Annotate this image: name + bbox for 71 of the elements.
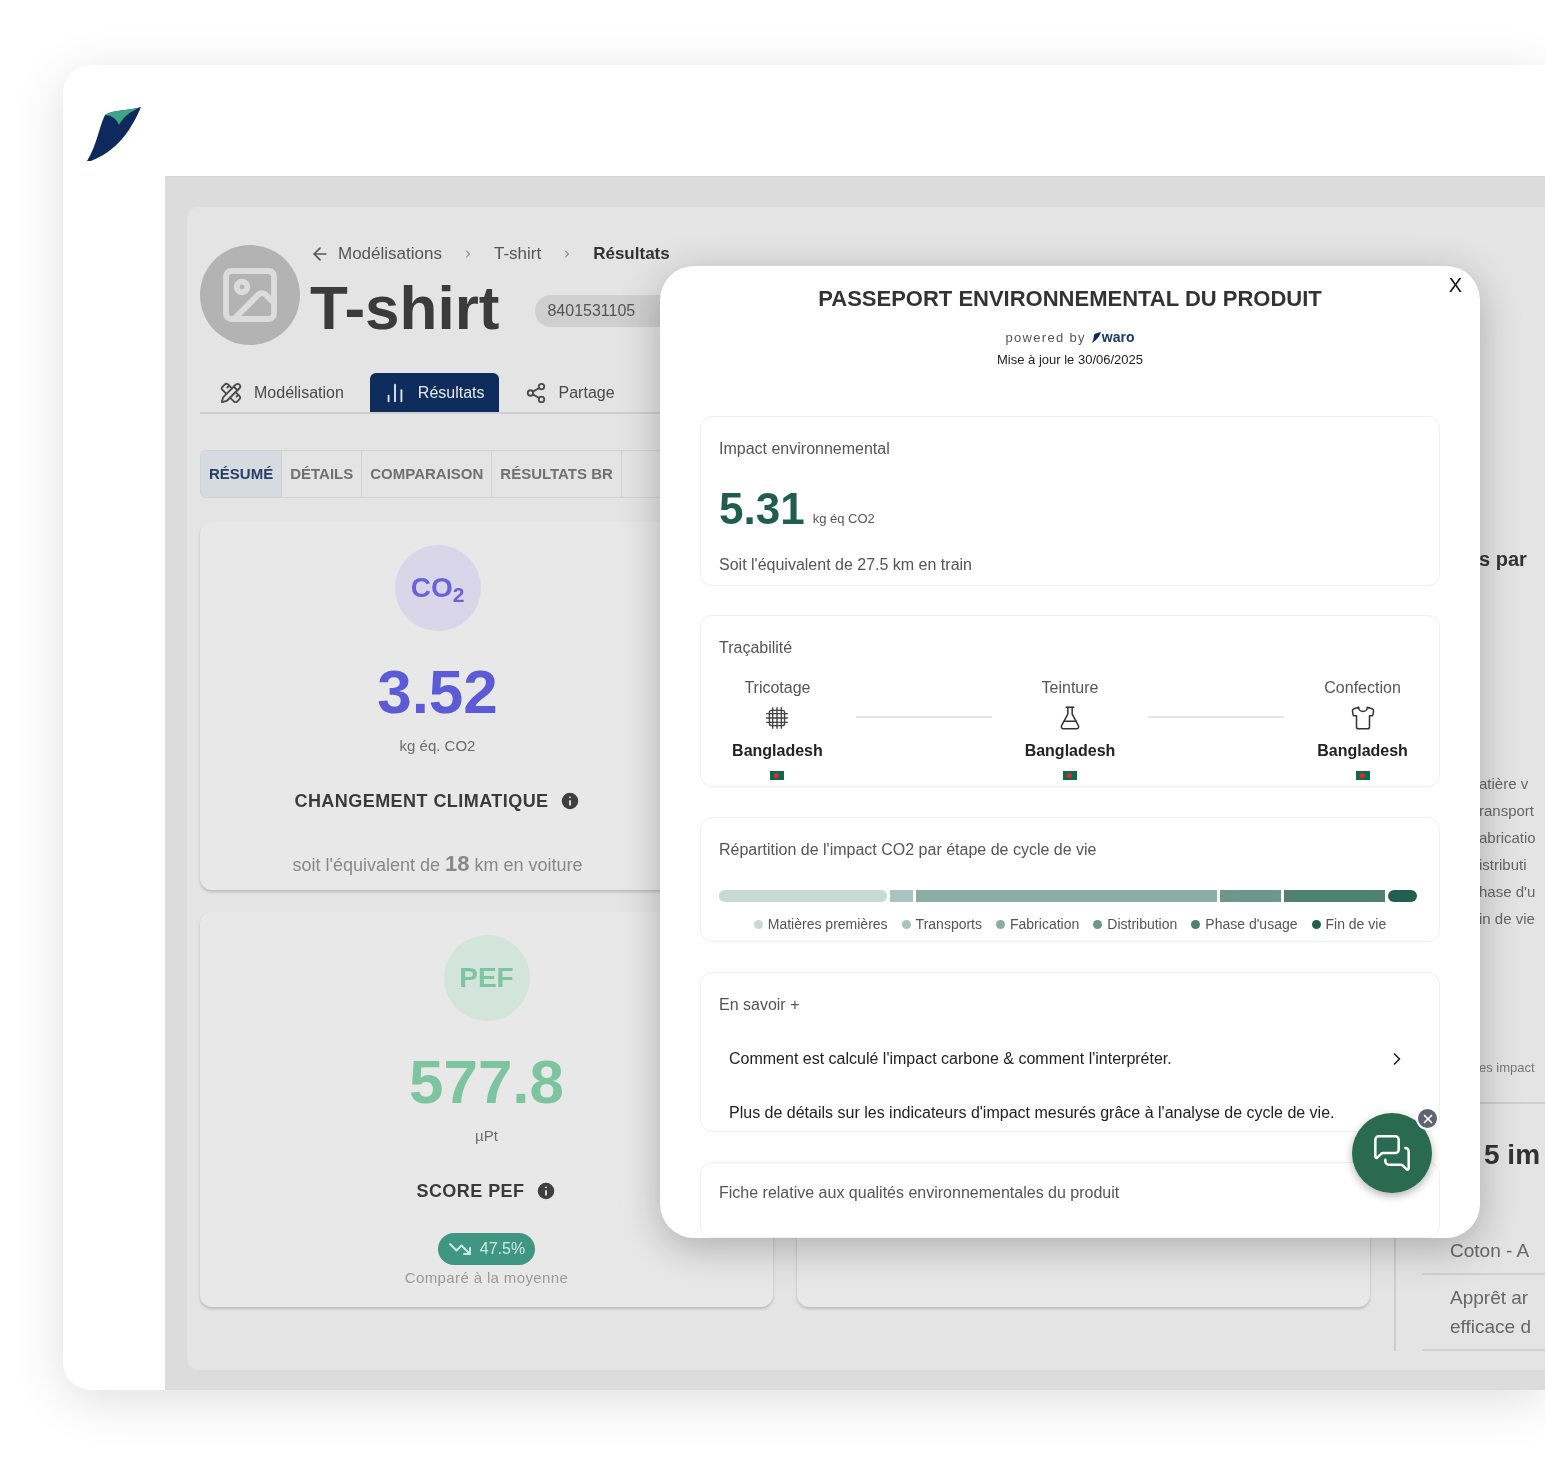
card-title: En savoir + — [719, 994, 801, 1015]
shirt-icon — [1349, 704, 1376, 731]
sub-tab[interactable]: RÉSUMÉ — [201, 451, 283, 497]
dialog-title: PASSEPORT ENVIRONNEMENTAL DU PRODUIT — [818, 285, 1322, 313]
trend-caption: Comparé à la moyenne — [404, 1267, 569, 1288]
side-footnote: es impact — [1479, 1059, 1536, 1077]
product-title: T-shirt — [310, 277, 500, 339]
score-unit: µPt — [475, 1126, 498, 1146]
score-value: 577.8 — [408, 1051, 565, 1113]
legend-label: ransport — [1479, 801, 1536, 820]
breadcrumb-link[interactable]: Modélisations — [338, 241, 442, 267]
equivalence-note: soit l'équivalent de 18 km en voiture — [292, 849, 583, 878]
breadcrumb-link[interactable]: T-shirt — [493, 241, 542, 267]
step-country: Bangladesh — [1024, 740, 1116, 761]
section-title: 5 im — [1483, 1138, 1542, 1172]
score-label: CHANGEMENT CLIMATIQUE — [294, 789, 549, 813]
card-title: Fiche relative aux qualités environnementales du produit — [719, 1184, 1120, 1201]
card-title: Répartition de l'impact CO2 par étape de cycle de vie — [719, 840, 1098, 861]
score-badge: PEF — [443, 935, 530, 1021]
card-title: Impact environnemental — [719, 438, 891, 459]
side-heading: s par — [1479, 547, 1528, 572]
tab-icon — [524, 381, 547, 404]
score-unit: kg éq. CO2 — [399, 736, 476, 756]
breadcrumb-link[interactable]: Résultats — [593, 241, 670, 267]
step-label: Tricotage — [744, 677, 811, 698]
legend-label: abricatio — [1479, 828, 1537, 847]
legend-label: Matières premières — [767, 915, 888, 935]
sub-tab[interactable]: RÉSULTATS BR — [492, 451, 622, 497]
score-badge: CO$_{2}$ — [394, 545, 481, 631]
close-button[interactable]: X — [1444, 270, 1466, 300]
legend-label: in de vie — [1479, 909, 1536, 928]
step-label: Teinture — [1041, 677, 1099, 698]
legend-label: Fin de vie — [1325, 915, 1387, 935]
trend-badge: 47.5% — [437, 1232, 536, 1265]
legend-label: Distribution — [1107, 915, 1178, 935]
lattice-icon — [764, 704, 791, 731]
flag-icon — [1355, 770, 1370, 780]
flag-icon — [1063, 770, 1077, 780]
impact-unit: kg éq CO2 — [812, 510, 875, 528]
logo-icon[interactable] — [85, 105, 143, 163]
powered-by-label: powered by — [1005, 328, 1086, 347]
legend-label: istributi — [1479, 855, 1528, 874]
sub-tab[interactable]: COMPARAISON — [362, 451, 493, 497]
legend-label: Transports — [915, 915, 982, 935]
nav-tab[interactable]: Partage — [510, 373, 629, 412]
flag-icon — [770, 770, 785, 780]
nav-tab[interactable]: Modélisation — [206, 373, 358, 412]
card-title: Traçabilité — [719, 637, 794, 658]
leaf-icon — [1091, 332, 1101, 343]
nav-tab[interactable]: Résultats — [369, 373, 499, 412]
info-link[interactable]: Plus de détails sur les indicateurs d'impact mesurés grâce à l'analyse de cycle de vie. — [729, 1100, 1335, 1125]
legend-label: atière v — [1479, 774, 1530, 793]
info-icon[interactable] — [558, 790, 581, 812]
step-country: Bangladesh — [732, 740, 823, 761]
info-icon[interactable] — [534, 1180, 557, 1202]
side-row: Apprêt ar efficace d — [1422, 1275, 1545, 1351]
info-link[interactable]: Comment est calculé l'impact carbone & comment l'interpréter. — [729, 1046, 1172, 1071]
score-value: 3.52 — [377, 661, 498, 723]
chat-bubbles-icon — [1372, 1133, 1412, 1173]
tab-icon — [220, 381, 242, 404]
score-label: SCORE PEF — [416, 1179, 525, 1203]
brand-name: waro — [1101, 328, 1135, 347]
legend-label: Phase d'usage — [1205, 915, 1298, 935]
step-country: Bangladesh — [1317, 740, 1408, 761]
impact-value: 5.31 — [719, 486, 805, 531]
step-label: Confection — [1324, 677, 1401, 698]
legend-label: Fabrication — [1010, 915, 1080, 935]
update-date: Mise à jour le 30/06/2025 — [997, 351, 1143, 369]
legend-label: hase d'u — [1479, 882, 1537, 901]
sub-tab[interactable]: DÉTAILS — [282, 451, 363, 497]
impact-equivalent: Soit l'équivalent de 27.5 km en train — [719, 554, 973, 575]
